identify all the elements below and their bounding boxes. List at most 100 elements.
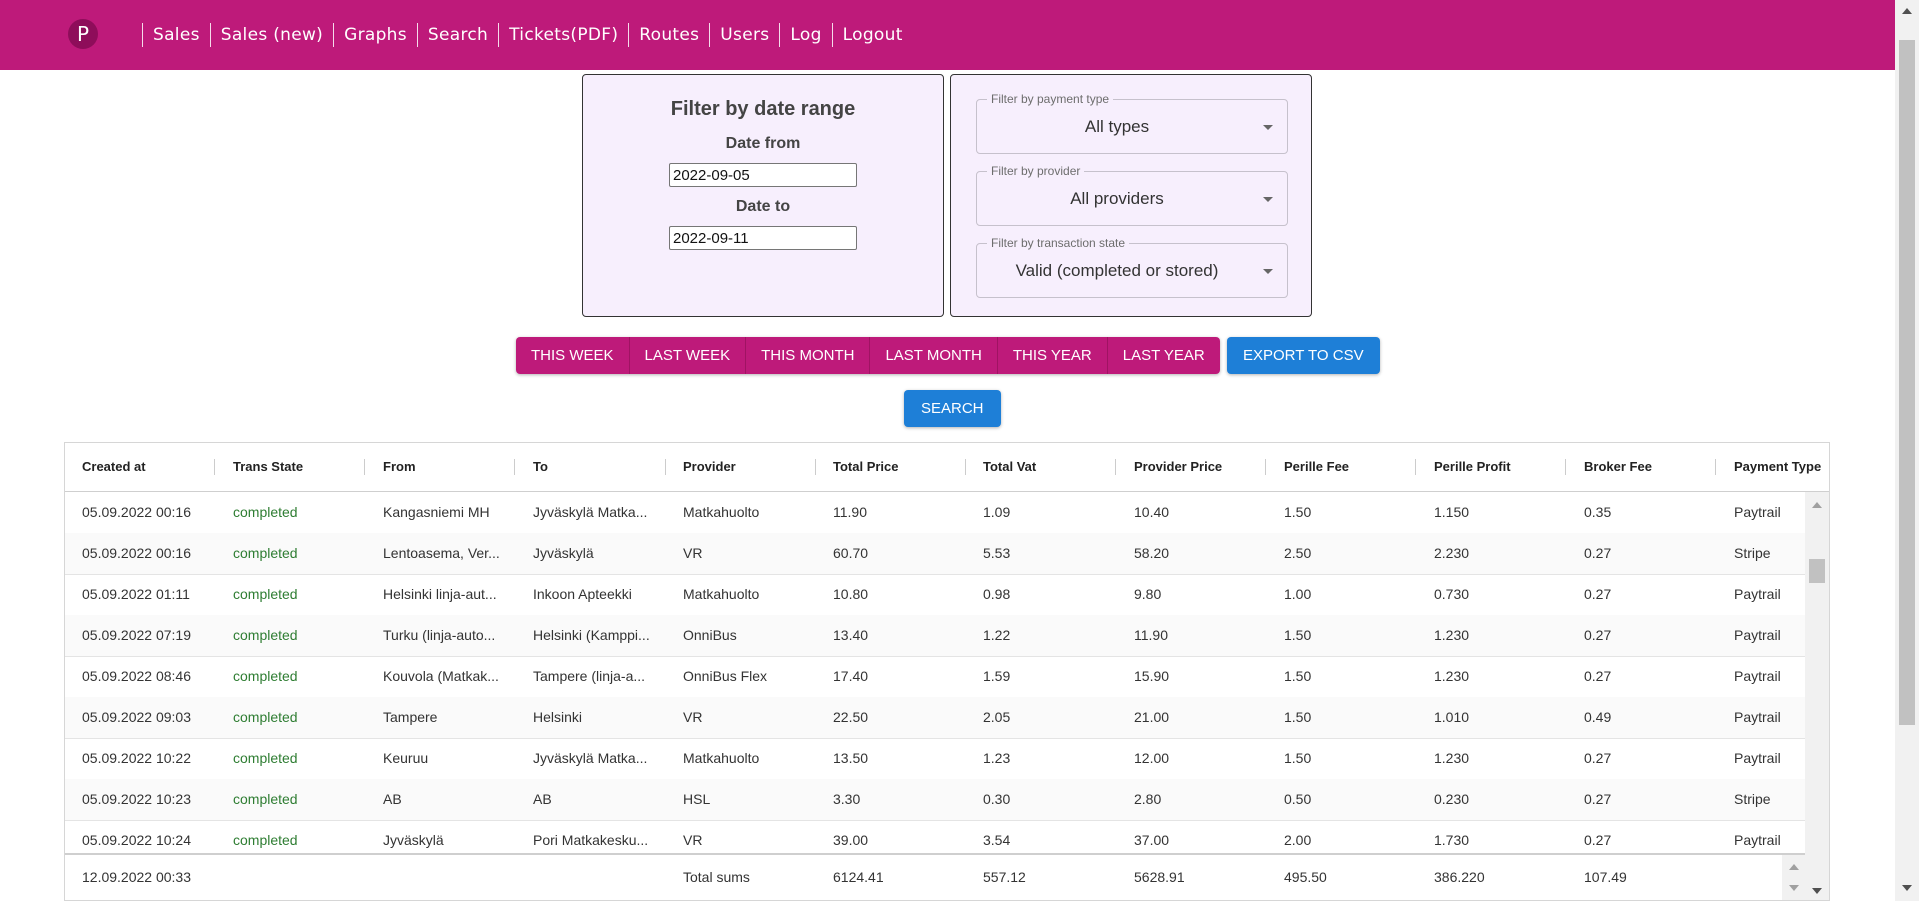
table-row[interactable]: 05.09.2022 10:22 completed Keuruu Jyväskylä… — [65, 738, 1806, 780]
col-broker-fee[interactable]: Broker Fee — [1584, 443, 1652, 491]
column-separator[interactable] — [1565, 459, 1566, 475]
col-from[interactable]: From — [383, 443, 416, 491]
cell-provider: OnniBus — [683, 627, 737, 643]
col-perille-profit[interactable]: Perille Profit — [1434, 443, 1511, 491]
cell-broker-fee: 0.27 — [1584, 545, 1612, 561]
cell-from: Kouvola (Matkak... — [383, 668, 499, 684]
nav-sales[interactable]: Sales — [142, 23, 210, 47]
date-to-input[interactable] — [669, 226, 857, 250]
search-button[interactable]: SEARCH — [904, 390, 1001, 427]
export-csv-button[interactable]: EXPORT TO CSV — [1227, 337, 1380, 374]
cell-provider-price: 12.00 — [1134, 750, 1170, 766]
nav-sales-new[interactable]: Sales (new) — [209, 23, 333, 47]
col-total-vat[interactable]: Total Vat — [983, 443, 1036, 491]
cell-total-vat: 0.98 — [983, 586, 1011, 602]
col-total-price[interactable]: Total Price — [833, 443, 899, 491]
cell-perille-profit: 0.730 — [1434, 586, 1470, 602]
col-trans-state[interactable]: Trans State — [233, 443, 303, 491]
column-separator[interactable] — [815, 459, 816, 475]
column-separator[interactable] — [1415, 459, 1416, 475]
last-week-button[interactable]: LAST WEEK — [629, 337, 747, 374]
table-row[interactable]: 05.09.2022 08:46 completed Kouvola (Matkak… — [65, 656, 1806, 698]
col-to[interactable]: To — [533, 443, 548, 491]
transaction-state-value: Valid (completed or stored) — [1015, 261, 1219, 280]
page-scroll-thumb[interactable] — [1899, 40, 1915, 725]
column-separator[interactable] — [1715, 459, 1716, 475]
column-separator[interactable] — [214, 459, 215, 475]
this-month-button[interactable]: THIS MONTH — [746, 337, 871, 374]
column-separator[interactable] — [364, 459, 365, 475]
this-year-button[interactable]: THIS YEAR — [997, 337, 1108, 374]
table-header: Created at Trans State From To Provider … — [65, 443, 1829, 492]
scroll-down-icon[interactable] — [1812, 888, 1822, 894]
totals-scrollbar[interactable] — [1782, 855, 1806, 900]
totals-label: Total sums — [683, 869, 750, 885]
cell-broker-fee: 0.27 — [1584, 627, 1612, 643]
cell-perille-fee: 1.50 — [1284, 750, 1312, 766]
nav-search[interactable]: Search — [416, 23, 498, 47]
scroll-up-icon[interactable] — [1789, 864, 1799, 870]
cell-provider: Matkahuolto — [683, 504, 760, 520]
column-separator[interactable] — [665, 459, 666, 475]
col-perille-fee[interactable]: Perille Fee — [1284, 443, 1349, 491]
date-to-label: Date to — [735, 198, 791, 215]
table-row[interactable]: 05.09.2022 00:16 completed Lentoasema, Ver… — [65, 533, 1806, 575]
top-navbar: P Sales Sales (new) Graphs Search Ticket… — [0, 0, 1919, 70]
cell-total-vat: 2.05 — [983, 709, 1011, 725]
last-year-button[interactable]: LAST YEAR — [1107, 337, 1220, 374]
col-provider-price[interactable]: Provider Price — [1134, 443, 1222, 491]
table-row[interactable]: 05.09.2022 10:23 completed AB AB HSL 3.30 0.30… — [65, 779, 1806, 821]
scroll-down-icon[interactable] — [1789, 885, 1799, 891]
table-scrollbar[interactable] — [1805, 492, 1829, 900]
this-week-button[interactable]: THIS WEEK — [516, 337, 630, 374]
totals-perille-fee: 495.50 — [1284, 869, 1327, 885]
cell-total-price: 3.30 — [833, 791, 861, 807]
date-range-panel: Filter by date range Date from Date to — [582, 74, 944, 317]
scroll-down-icon[interactable] — [1902, 885, 1912, 891]
totals-perille-profit: 386.220 — [1434, 869, 1485, 885]
nav-log[interactable]: Log — [779, 23, 831, 47]
page-scrollbar[interactable] — [1895, 0, 1919, 901]
app-logo[interactable]: P — [68, 19, 98, 49]
cell-provider: VR — [683, 709, 703, 725]
cell-perille-fee: 1.00 — [1284, 586, 1312, 602]
column-separator[interactable] — [1115, 459, 1116, 475]
table-scroll-thumb[interactable] — [1809, 559, 1825, 583]
nav-logout[interactable]: Logout — [831, 23, 913, 47]
totals-created-at: 12.09.2022 00:33 — [82, 869, 191, 885]
nav-graphs[interactable]: Graphs — [333, 23, 417, 47]
table-row[interactable]: 05.09.2022 09:03 completed Tampere Helsinki… — [65, 697, 1806, 739]
col-provider[interactable]: Provider — [683, 443, 736, 491]
transaction-state-select[interactable]: Filter by transaction state Valid (compl… — [976, 236, 1288, 298]
cell-trans-state: completed — [233, 668, 298, 684]
table-row[interactable]: 05.09.2022 07:19 completed Turku (linja-au… — [65, 615, 1806, 657]
last-month-button[interactable]: LAST MONTH — [870, 337, 998, 374]
cell-perille-profit: 1.010 — [1434, 709, 1470, 725]
date-from-input[interactable] — [669, 163, 857, 187]
col-created-at[interactable]: Created at — [82, 443, 146, 491]
scroll-up-icon[interactable] — [1902, 8, 1912, 14]
payment-type-select[interactable]: Filter by payment type All types — [976, 92, 1288, 154]
col-payment-type[interactable]: Payment Type — [1734, 443, 1821, 491]
cell-trans-state: completed — [233, 791, 298, 807]
table-row[interactable]: 05.09.2022 01:11 completed Helsinki linja-… — [65, 574, 1806, 616]
cell-broker-fee: 0.49 — [1584, 709, 1612, 725]
scroll-up-icon[interactable] — [1812, 502, 1822, 508]
cell-from: Keuruu — [383, 750, 429, 766]
cell-total-price: 17.40 — [833, 668, 869, 684]
cell-trans-state: completed — [233, 586, 298, 602]
column-separator[interactable] — [514, 459, 515, 475]
cell-total-vat: 0.30 — [983, 791, 1011, 807]
nav-routes[interactable]: Routes — [628, 23, 709, 47]
cell-created-at: 05.09.2022 00:16 — [82, 545, 191, 561]
provider-value: All providers — [1070, 189, 1164, 208]
cell-created-at: 05.09.2022 07:19 — [82, 627, 191, 643]
column-separator[interactable] — [965, 459, 966, 475]
nav-users[interactable]: Users — [709, 23, 779, 47]
cell-perille-profit: 1.230 — [1434, 668, 1470, 684]
nav-tickets-pdf[interactable]: Tickets(PDF) — [498, 23, 628, 47]
date-from-label: Date from — [725, 135, 801, 152]
column-separator[interactable] — [1265, 459, 1266, 475]
provider-select[interactable]: Filter by provider All providers — [976, 164, 1288, 226]
table-row[interactable]: 05.09.2022 00:16 completed Kangasniemi MH J… — [65, 492, 1806, 534]
